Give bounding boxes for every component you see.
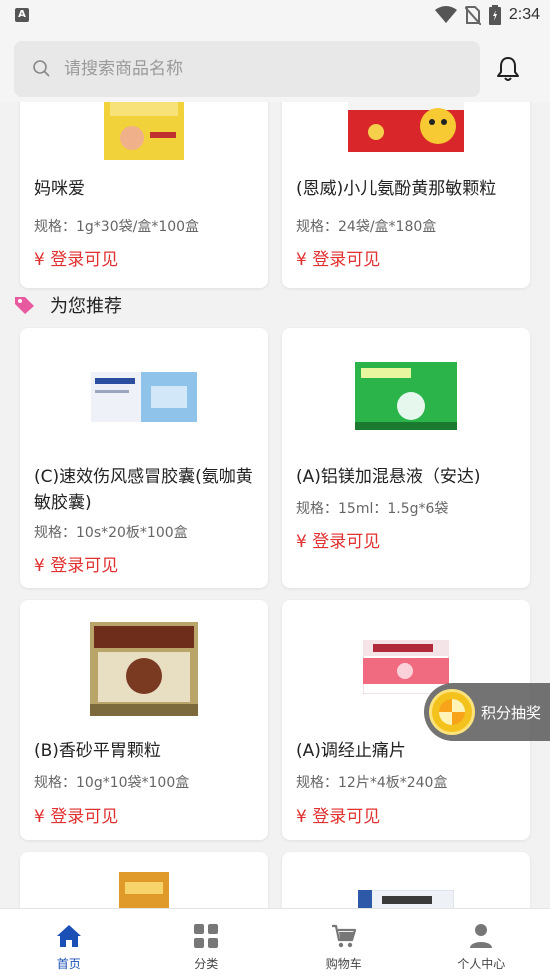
product-card[interactable] [20,852,268,908]
product-card[interactable] [282,852,530,908]
nav-cart[interactable]: 购物车 [275,909,413,979]
product-name: (C)速效伤风感冒胶囊(氨咖黄敏胶囊) [34,467,253,513]
product-spec: 规格：24袋/盒*180盒 [296,219,437,235]
product-image [119,872,169,908]
product-card[interactable]: (A)铝镁加混悬液（安达) 规格：15ml：1.5g*6袋 ¥ 登录可见 [282,328,530,588]
product-spec: 规格：1g*30袋/盒*100盒 [34,219,200,235]
product-name: 妈咪爱 [34,179,85,199]
product-price: ¥ 登录可见 [34,250,119,270]
product-feed[interactable]: 妈咪爱 规格：1g*30袋/盒*100盒 ¥ 登录可见 (恩威)小儿氨酚黄那敏颗… [0,102,550,908]
notification-a-icon: A [15,8,29,22]
search-input[interactable] [64,41,464,97]
tag-icon [15,297,34,314]
product-image [91,372,197,422]
product-name: (B)香砂平胃颗粒 [34,741,161,761]
product-name: (A)调经止痛片 [296,741,406,761]
search-box[interactable] [14,41,480,97]
product-card[interactable]: (B)香砂平胃颗粒 规格：10g*10袋*100盒 ¥ 登录可见 [20,600,268,840]
product-image [358,890,454,908]
product-price: ¥ 登录可见 [296,250,381,270]
product-spec: 规格：15ml：1.5g*6袋 [296,501,449,517]
product-spec: 规格：12片*4板*240盒 [296,775,448,791]
product-image [90,622,198,716]
person-icon [470,924,493,948]
nav-label: 首页 [56,957,81,971]
nav-home[interactable]: 首页 [0,909,138,979]
section-title: 为您推荐 [50,296,122,317]
search-icon [33,60,50,77]
no-sim-icon [464,6,481,25]
pinwheel-icon [439,699,465,725]
top-bar [0,32,550,102]
nav-label: 个人中心 [457,957,506,971]
status-bar: A 2:34 [0,0,550,32]
product-image [348,102,464,152]
status-time: 2:34 [508,6,540,23]
product-name: (A)铝镁加混悬液（安达) [296,467,481,487]
product-spec: 规格：10s*20板*100盒 [34,525,188,541]
product-image [104,102,184,160]
lottery-button[interactable]: 积分抽奖 [424,683,550,741]
section-recommend: 为您推荐 [14,292,122,318]
wifi-icon [434,6,457,23]
bottom-nav: 首页 分类 购物车 个人中心 [0,908,550,979]
nav-label: 购物车 [325,957,362,971]
nav-category[interactable]: 分类 [138,909,276,979]
product-spec: 规格：10g*10袋*100盒 [34,775,190,791]
product-price: ¥ 登录可见 [34,556,119,576]
product-card[interactable]: (C)速效伤风感冒胶囊(氨咖黄敏胶囊) 规格：10s*20板*100盒 ¥ 登录… [20,328,268,588]
home-icon [56,925,81,947]
product-card[interactable]: 妈咪爱 规格：1g*30袋/盒*100盒 ¥ 登录可见 [20,102,268,288]
grid-icon [194,924,219,948]
product-image [355,362,457,430]
cart-icon [331,924,356,948]
nav-profile[interactable]: 个人中心 [413,909,550,979]
product-card[interactable]: (恩威)小儿氨酚黄那敏颗粒 规格：24袋/盒*180盒 ¥ 登录可见 [282,102,530,288]
product-price: ¥ 登录可见 [34,807,119,827]
bell-icon[interactable] [496,56,520,82]
product-name: (恩威)小儿氨酚黄那敏颗粒 [296,179,497,199]
nav-label: 分类 [194,957,219,971]
product-image [363,640,449,694]
product-price: ¥ 登录可见 [296,807,381,827]
lottery-label: 积分抽奖 [481,703,542,722]
coin-icon [429,689,475,735]
product-price: ¥ 登录可见 [296,532,381,552]
battery-icon [488,5,501,25]
